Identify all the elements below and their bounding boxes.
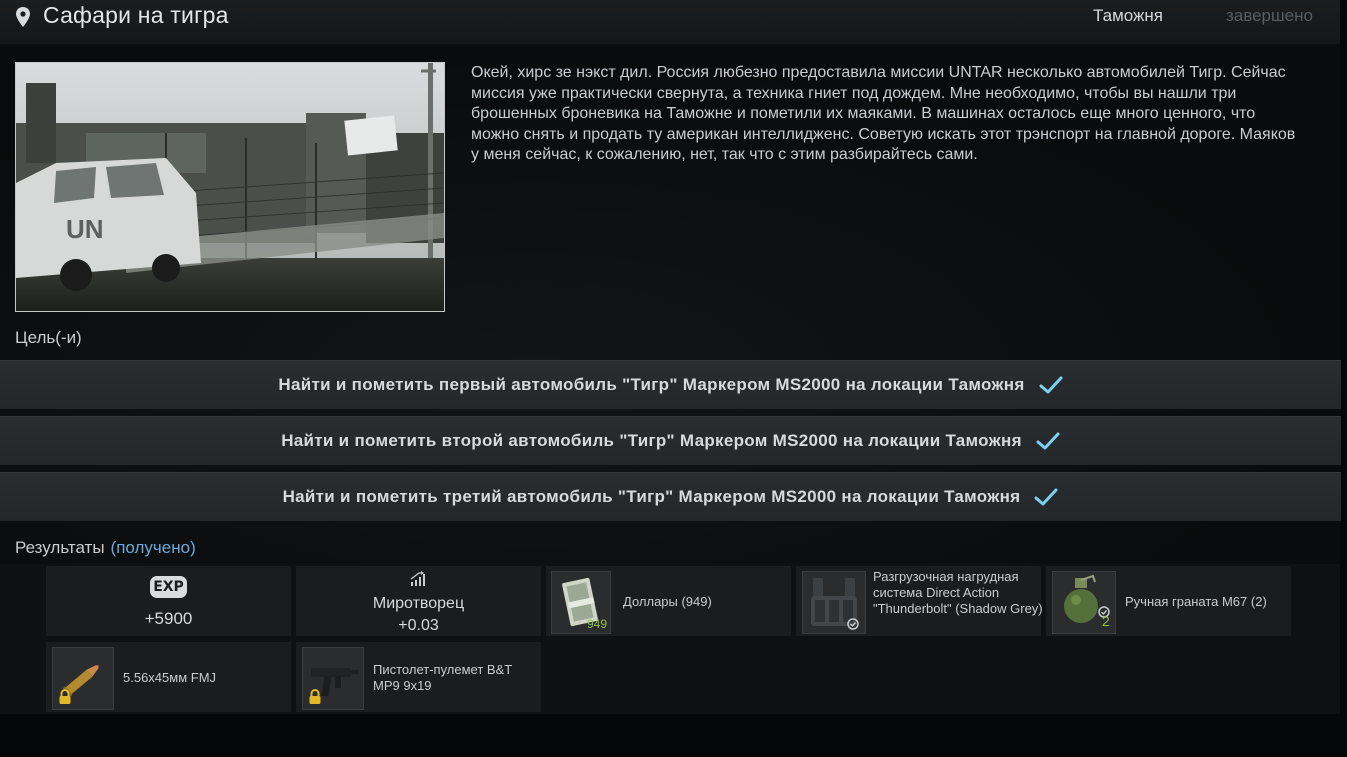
check-icon (1034, 488, 1058, 506)
standing-value: +0.03 (398, 617, 439, 634)
item-count: 2 (1102, 613, 1110, 629)
reward-item-dollars[interactable]: 949 Доллары (949) (546, 566, 791, 636)
lock-icon (309, 689, 321, 704)
quest-image: UN (15, 62, 445, 312)
reward-item-smg[interactable]: Пистолет-пулемет B&T MP9 9x19 (296, 642, 541, 712)
check-icon (1039, 376, 1063, 394)
standing-up-icon (410, 571, 425, 586)
standing-trader: Миротворец (372, 595, 465, 612)
exp-badge-icon: EXP (150, 576, 187, 598)
item-label: 5.56x45мм FMJ (123, 670, 217, 685)
item-count: 949 (586, 617, 607, 631)
quest-title: Сафари на тигра (43, 2, 229, 28)
results-title: Результаты (15, 538, 105, 557)
objectives-label: Цель(-и) (15, 328, 82, 347)
quest-description: Окей, хирс зе нэкст дил. Россия любезно … (471, 64, 1296, 163)
results-label: Результаты (получено) (15, 538, 196, 558)
dollars-icon: 949 (551, 571, 611, 634)
grenade-icon: 2 (1052, 571, 1116, 634)
item-label: Разгрузочная нагрудная система Direct Ac… (873, 569, 1043, 616)
objective-text: Найти и пометить первый автомобиль "Тигр… (278, 375, 1025, 394)
check-icon (1036, 432, 1060, 450)
location-pin-icon (16, 7, 30, 27)
item-label: Доллары (949) (623, 594, 712, 609)
chest-rig-icon (802, 571, 866, 634)
quest-header: Сафари на тигра Таможня завершено (0, 0, 1340, 45)
item-label: Ручная граната М67 (2) (1125, 594, 1267, 609)
objective-text: Найти и пометить второй автомобиль "Тигр… (281, 431, 1022, 450)
objective-row: Найти и пометить первый автомобиль "Тигр… (0, 360, 1341, 409)
item-label: Пистолет-пулемет B&T MP9 9x19 (373, 662, 512, 693)
exp-value: +5900 (144, 609, 193, 628)
quest-location: Таможня (1093, 6, 1163, 25)
reward-standing[interactable]: Миротворец +0.03 (296, 566, 541, 636)
reward-exp[interactable]: EXP +5900 (46, 566, 291, 636)
lock-icon (59, 689, 71, 704)
reward-item-grenade[interactable]: 2 Ручная граната М67 (2) (1046, 566, 1291, 636)
quest-scene-image: UN (16, 63, 444, 311)
objective-text: Найти и пометить третий автомобиль "Тигр… (282, 487, 1021, 506)
svg-text:UN: UN (66, 214, 104, 244)
objective-row: Найти и пометить третий автомобиль "Тигр… (0, 472, 1341, 521)
quest-status: завершено (1226, 6, 1313, 25)
smg-icon (302, 647, 364, 710)
reward-item-chest-rig[interactable]: Разгрузочная нагрудная система Direct Ac… (796, 566, 1043, 636)
objective-row: Найти и пометить второй автомобиль "Тигр… (0, 416, 1341, 465)
results-status: (получено) (110, 538, 196, 557)
ammo-icon (52, 647, 114, 710)
reward-item-ammo[interactable]: 5.56x45мм FMJ (46, 642, 291, 712)
